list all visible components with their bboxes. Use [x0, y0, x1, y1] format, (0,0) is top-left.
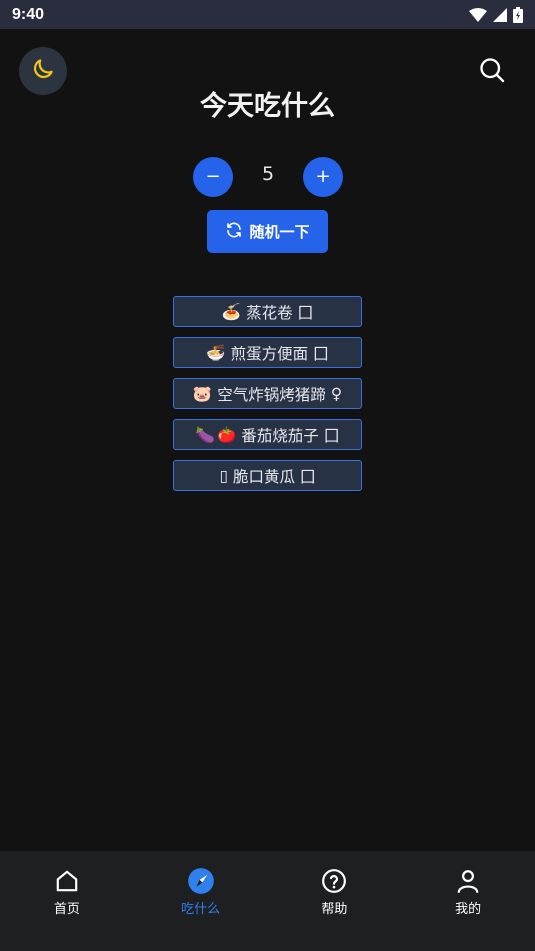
tab-label: 首页	[53, 902, 80, 917]
decrease-button[interactable]: −	[193, 157, 233, 197]
dish-emoji-icon: 🍝	[221, 302, 242, 321]
help-icon	[320, 867, 348, 895]
signal-icon	[493, 7, 507, 22]
refresh-icon	[225, 221, 243, 243]
dish-item[interactable]: ▯ 脆口黄瓜 ⼞	[173, 460, 362, 491]
battery-icon	[513, 6, 523, 23]
compass-icon	[187, 867, 215, 895]
tab-what-to-eat[interactable]: 吃什么	[134, 851, 268, 951]
dish-emoji-icon: 🍜	[206, 343, 226, 362]
count-value: 5	[261, 163, 275, 185]
dish-tag-icon: ⼞	[300, 467, 316, 486]
user-icon	[454, 867, 482, 895]
status-bar: 9:40	[0, 0, 535, 29]
dish-name: 空气炸锅烤猪蹄	[217, 385, 326, 404]
dish-name: 煎蛋方便面	[230, 344, 309, 363]
random-button[interactable]: 随机一下	[207, 210, 328, 253]
bottom-tab-bar: 首页 吃什么 帮助 我的	[0, 851, 535, 951]
dish-item[interactable]: 🍝 蒸花卷 ⼞	[173, 296, 362, 327]
dish-item[interactable]: 🐷 空气炸锅烤猪蹄 ♀	[173, 378, 362, 409]
tab-home[interactable]: 首页	[0, 851, 134, 951]
home-icon	[53, 867, 81, 895]
dish-name: 番茄烧茄子	[241, 426, 319, 445]
dish-item[interactable]: 🍆 🍅 番茄烧茄子 ⼞	[173, 419, 362, 450]
dish-tag-icon: ⼞	[297, 303, 314, 322]
random-button-label: 随机一下	[249, 223, 310, 241]
dish-name: 脆口黄瓜	[233, 467, 296, 486]
dish-item[interactable]: 🍜 煎蛋方便面 ⼞	[173, 337, 362, 368]
tab-profile[interactable]: 我的	[401, 851, 535, 951]
status-icons	[469, 6, 523, 23]
dish-emoji-icon: 🐷	[192, 384, 213, 403]
dish-tag-icon: ⼞	[323, 426, 340, 445]
tab-help[interactable]: 帮助	[268, 851, 402, 951]
page-title: 今天吃什么	[200, 91, 335, 122]
dish-tag-icon: ⼞	[313, 344, 329, 363]
status-time: 9:40	[12, 5, 45, 23]
moon-icon	[30, 56, 56, 86]
tab-label: 吃什么	[181, 902, 221, 917]
dish-list: 🍝 蒸花卷 ⼞ 🍜 煎蛋方便面 ⼞ 🐷 空气炸锅烤猪蹄 ♀ 🍆 🍅 番茄烧茄子 ⼞…	[173, 296, 362, 491]
wifi-icon	[469, 7, 487, 22]
increase-button[interactable]: +	[303, 157, 343, 197]
dish-emoji-icon: ▯	[219, 466, 228, 485]
tab-label: 我的	[455, 902, 482, 917]
dish-emoji-icon: 🍆 🍅	[195, 425, 237, 444]
dish-tag-icon: ♀	[330, 384, 343, 403]
tab-label: 帮助	[321, 902, 348, 917]
dish-name: 蒸花卷	[246, 303, 293, 322]
